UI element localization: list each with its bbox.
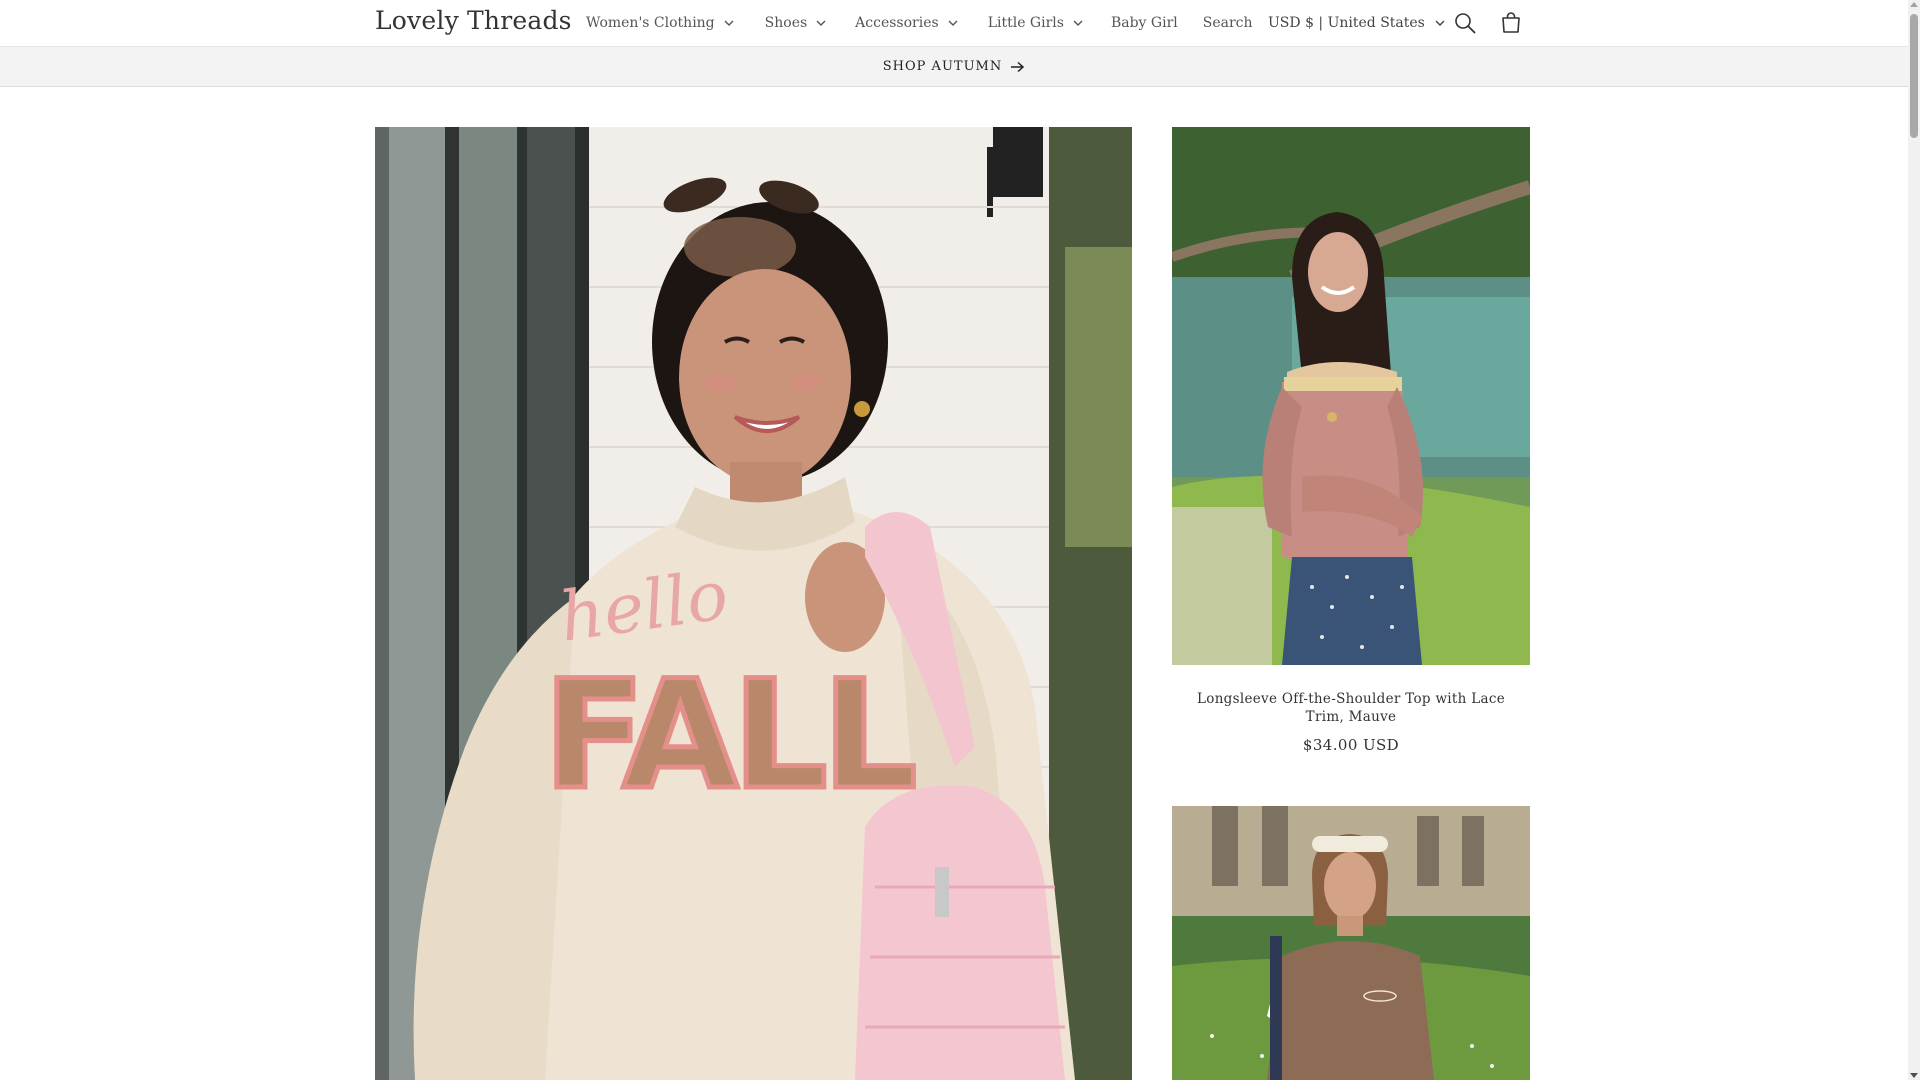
nav-item-label: Search	[1202, 15, 1253, 31]
product-price: $34.00 USD	[1302, 736, 1400, 754]
product-title[interactable]: Longsleeve Off-the-Shoulder Top with Lac…	[1172, 690, 1530, 726]
currency-selector[interactable]: USD $ | United States	[1268, 0, 1447, 46]
site-logo[interactable]: Lovely Threads	[375, 6, 572, 35]
nav-item-accessories[interactable]: Accessories	[855, 15, 960, 31]
nav-item-shoes[interactable]: Shoes	[765, 15, 829, 31]
product-photo	[1172, 127, 1530, 665]
scrollbar-thumb[interactable]	[1910, 14, 1918, 138]
shop-autumn-link[interactable]: SHOP AUTUMN	[883, 59, 1025, 74]
scroll-up-arrow-icon[interactable]	[1910, 2, 1918, 7]
product-image[interactable]	[1172, 806, 1530, 1080]
chevron-down-icon	[1073, 20, 1083, 26]
product-photo	[1172, 806, 1530, 1080]
chevron-down-icon	[724, 20, 734, 26]
currency-label: USD $ | United States	[1268, 15, 1425, 31]
nav-item-little-girls[interactable]: Little Girls	[988, 15, 1085, 31]
chevron-down-icon	[1435, 20, 1445, 26]
site-header: Lovely Threads Women's Clothing Shoes Ac…	[0, 0, 1908, 46]
search-button[interactable]	[1452, 10, 1478, 36]
announcement-bar: SHOP AUTUMN	[0, 46, 1908, 87]
nav-item-womens-clothing[interactable]: Women's Clothing	[586, 15, 736, 31]
scroll-down-arrow-icon[interactable]	[1910, 1073, 1918, 1078]
hero-product-image[interactable]: hello FALL	[375, 127, 1132, 1080]
cart-icon	[1502, 12, 1520, 33]
nav-item-label: Shoes	[764, 15, 808, 31]
nav-item-label: Little Girls	[987, 15, 1064, 31]
main-nav: Women's Clothing Shoes Accessories Littl…	[586, 0, 1253, 46]
announcement-label: SHOP AUTUMN	[882, 59, 1003, 74]
scrollbar[interactable]	[1908, 0, 1920, 1080]
hoodie-block-text: FALL	[543, 649, 914, 823]
cart-button[interactable]	[1498, 10, 1524, 36]
nav-item-baby-girl[interactable]: Baby Girl	[1111, 15, 1178, 31]
product-card: Longsleeve Off-the-Shoulder Top with Lac…	[1172, 127, 1530, 754]
search-icon	[1455, 13, 1476, 34]
chevron-down-icon	[948, 20, 958, 26]
nav-item-label: Women's Clothing	[586, 15, 715, 31]
nav-item-label: Accessories	[855, 15, 939, 31]
arrow-right-icon	[1011, 61, 1025, 72]
nav-item-search[interactable]: Search	[1203, 15, 1253, 31]
product-image[interactable]	[1172, 127, 1530, 665]
hero-photo: hello FALL	[375, 127, 1132, 1080]
nav-item-label: Baby Girl	[1110, 15, 1178, 31]
chevron-down-icon	[816, 20, 826, 26]
